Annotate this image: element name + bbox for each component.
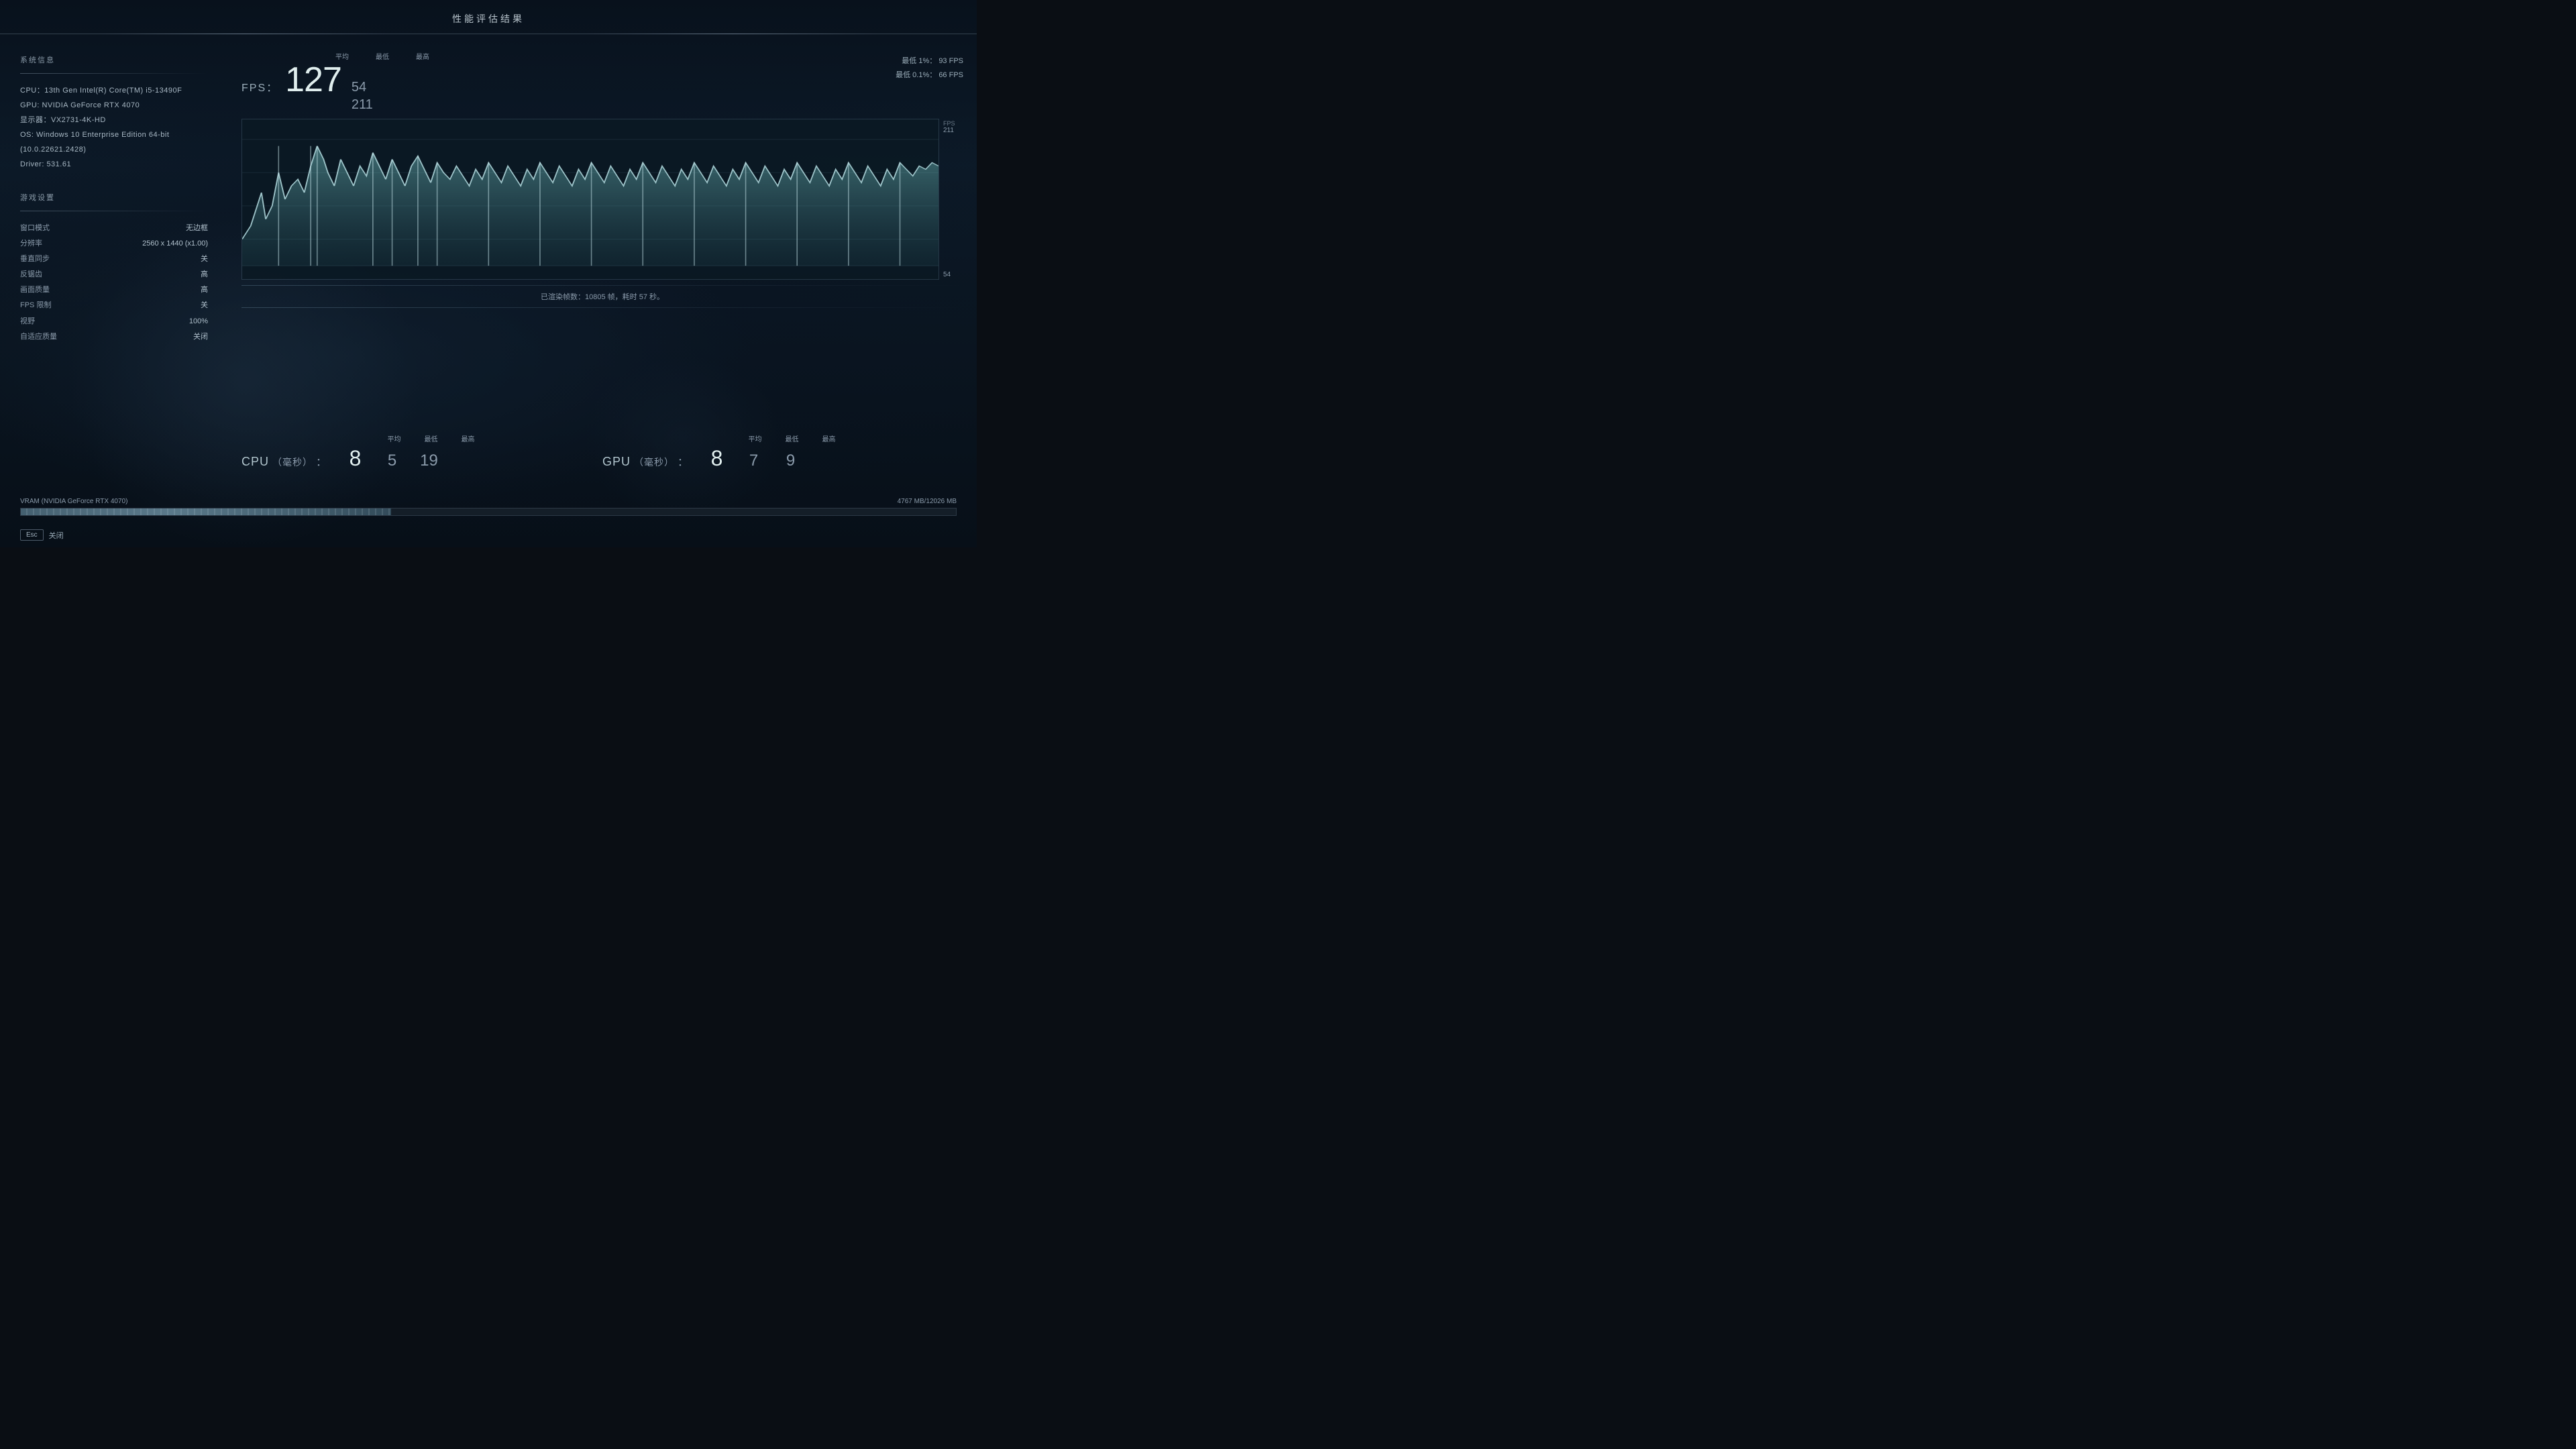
esc-button[interactable]: Esc bbox=[20, 529, 44, 541]
fps-avg-value: 127 bbox=[285, 62, 341, 97]
os-info: OS: Windows 10 Enterprise Edition 64-bit… bbox=[20, 127, 208, 157]
chart-bottom-line bbox=[241, 285, 963, 286]
divider bbox=[20, 73, 208, 74]
setting-fps-limit: FPS 限制 关 bbox=[20, 298, 208, 313]
fps-stats: 平均 最低 最高 FPS： 127 54 211 bbox=[241, 51, 963, 113]
left-panel: 系统信息 CPU：13th Gen Intel(R) Core(TM) i5-1… bbox=[0, 48, 228, 481]
fps-avg-header: 平均 bbox=[322, 51, 362, 61]
vram-header: VRAM (NVIDIA GeForce RTX 4070) 4767 MB/1… bbox=[20, 498, 957, 505]
settings-table: 窗口模式 无边框 分辨率 2560 x 1440 (x1.00) 垂直同步 关 … bbox=[20, 221, 208, 345]
fps-min-max: 54 211 bbox=[352, 78, 373, 113]
gpu-block: 平均 最低 最高 GPU （毫秒） ： 8 7 9 bbox=[602, 433, 963, 471]
vram-usage: 4767 MB/12026 MB bbox=[898, 498, 957, 505]
chart-fps-label: FPS bbox=[943, 120, 963, 127]
fps-max-header: 最高 bbox=[402, 51, 443, 61]
setting-aa: 反锯齿 高 bbox=[20, 267, 208, 282]
low1pct-stat: 最低 1%： 93 FPS bbox=[896, 54, 963, 68]
gpu-min-value: 7 bbox=[735, 451, 772, 470]
game-settings-section: 游戏设置 窗口模式 无边框 分辨率 2560 x 1440 (x1.00) 垂直… bbox=[20, 192, 208, 345]
fps-min-header: 最低 bbox=[362, 51, 402, 61]
chart-max-label: 211 bbox=[943, 127, 963, 134]
rendered-frames: 已渲染帧数：10805 帧，耗时 57 秒。 bbox=[241, 291, 963, 302]
gpu-max-header: 最高 bbox=[810, 433, 847, 443]
vram-bar-container bbox=[20, 508, 957, 516]
cpu-colon: ： bbox=[316, 453, 327, 469]
fps-chart bbox=[241, 119, 939, 280]
low01pct-stat: 最低 0.1%： 66 FPS bbox=[896, 68, 963, 83]
fps-max-value: 211 bbox=[352, 96, 373, 113]
gpu-avg-value: 8 bbox=[698, 446, 735, 471]
cpu-values-row: CPU （毫秒） ： 8 5 19 bbox=[241, 446, 602, 471]
system-info-title: 系统信息 bbox=[20, 54, 208, 65]
setting-vsync: 垂直同步 关 bbox=[20, 252, 208, 267]
gpu-avg-header: 平均 bbox=[737, 433, 773, 443]
vram-section: VRAM (NVIDIA GeForce RTX 4070) 4767 MB/1… bbox=[0, 494, 977, 523]
cpu-min-value: 5 bbox=[374, 451, 411, 470]
fps-labels-row: 平均 最低 最高 bbox=[322, 51, 896, 61]
setting-adaptive-quality: 自适应质量 关闭 bbox=[20, 329, 208, 345]
main-container: 性能评估结果 系统信息 CPU：13th Gen Intel(R) Core(T… bbox=[0, 0, 977, 547]
system-info-section: 系统信息 CPU：13th Gen Intel(R) Core(TM) i5-1… bbox=[20, 54, 208, 172]
game-settings-title: 游戏设置 bbox=[20, 192, 208, 203]
cpu-avg-value: 8 bbox=[337, 446, 374, 471]
setting-fov: 视野 100% bbox=[20, 314, 208, 329]
fps-label: FPS： bbox=[241, 78, 278, 95]
cpu-unit: （毫秒） bbox=[272, 455, 313, 469]
fps-min-value: 54 bbox=[352, 78, 373, 96]
chart-separator bbox=[241, 307, 963, 308]
vram-label: VRAM (NVIDIA GeForce RTX 4070) bbox=[20, 498, 127, 505]
fps-right-stats: 最低 1%： 93 FPS 最低 0.1%： 66 FPS bbox=[896, 51, 963, 83]
setting-resolution: 分辨率 2560 x 1440 (x1.00) bbox=[20, 236, 208, 252]
content-area: 系统信息 CPU：13th Gen Intel(R) Core(TM) i5-1… bbox=[0, 34, 977, 494]
setting-window-mode: 窗口模式 无边框 bbox=[20, 221, 208, 236]
gpu-max-value: 9 bbox=[772, 451, 809, 470]
driver-info: Driver: 531.61 bbox=[20, 157, 208, 172]
bottom-bar: Esc 关闭 bbox=[0, 523, 977, 547]
cpu-max-header: 最高 bbox=[449, 433, 486, 443]
vram-bar-fill bbox=[21, 508, 391, 515]
cpu-avg-header: 平均 bbox=[376, 433, 413, 443]
setting-quality: 画面质量 高 bbox=[20, 282, 208, 298]
gpu-min-header: 最低 bbox=[773, 433, 810, 443]
cpu-min-header: 最低 bbox=[413, 433, 449, 443]
bottom-stats: 平均 最低 最高 CPU （毫秒） ： 8 5 19 bbox=[241, 427, 963, 478]
gpu-unit: （毫秒） bbox=[634, 455, 674, 469]
chart-min-label: 54 bbox=[943, 271, 963, 278]
monitor-info: 显示器：VX2731-4K-HD bbox=[20, 113, 208, 127]
gpu-info: GPU: NVIDIA GeForce RTX 4070 bbox=[20, 98, 208, 113]
gpu-colon: ： bbox=[678, 453, 688, 469]
cpu-info: CPU：13th Gen Intel(R) Core(TM) i5-13490F bbox=[20, 83, 208, 98]
title-bar: 性能评估结果 bbox=[0, 0, 977, 34]
right-panel: 平均 最低 最高 FPS： 127 54 211 bbox=[228, 48, 977, 481]
gpu-label: GPU bbox=[602, 455, 631, 469]
close-label[interactable]: 关闭 bbox=[49, 530, 64, 541]
cpu-header-row: 平均 最低 最高 bbox=[241, 433, 602, 443]
page-title: 性能评估结果 bbox=[452, 13, 525, 24]
fps-main-block: 平均 最低 最高 FPS： 127 54 211 bbox=[241, 51, 896, 113]
cpu-max-value: 19 bbox=[411, 451, 447, 470]
fps-values-row: FPS： 127 54 211 bbox=[241, 62, 896, 113]
fps-chart-container: FPS 211 54 已渲染帧数：10805 帧，耗时 57 秒。 bbox=[241, 119, 963, 421]
gpu-values-row: GPU （毫秒） ： 8 7 9 bbox=[602, 446, 963, 471]
gpu-header-row: 平均 最低 最高 bbox=[602, 433, 963, 443]
cpu-block: 平均 最低 最高 CPU （毫秒） ： 8 5 19 bbox=[241, 433, 602, 471]
cpu-label: CPU bbox=[241, 455, 269, 469]
